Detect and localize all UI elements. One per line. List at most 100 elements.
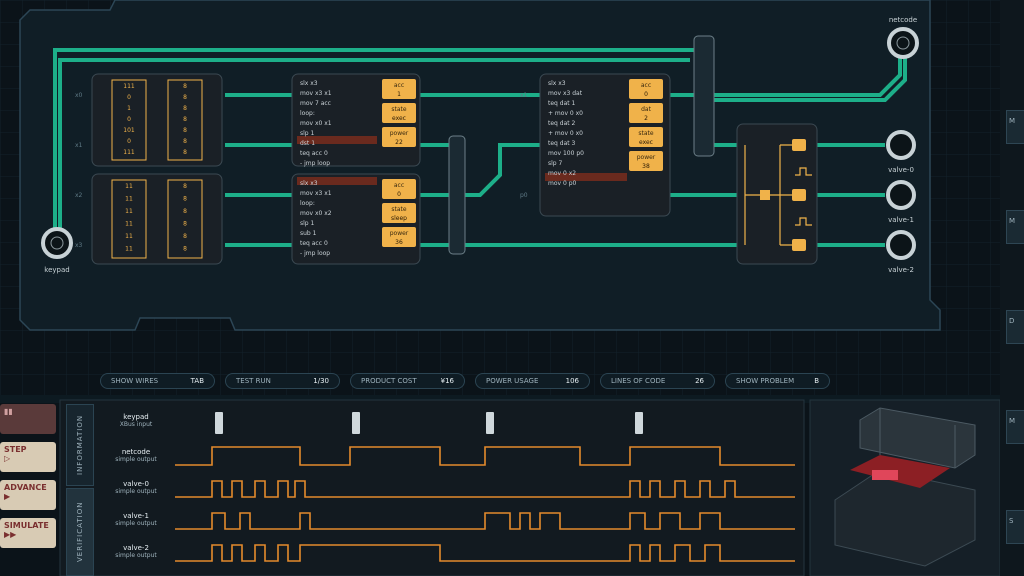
register-value: 36 xyxy=(395,239,403,246)
register-name: state xyxy=(391,206,407,213)
rom-cell: 0 xyxy=(127,94,131,101)
rom-cell: 8 xyxy=(183,196,187,203)
signal-type: XBus input xyxy=(119,421,153,428)
side-panel-tab[interactable]: D xyxy=(1006,310,1024,344)
code-line: loop: xyxy=(300,110,315,117)
rom-cell: 101 xyxy=(123,127,135,134)
show-problem-button[interactable]: SHOW PROBLEM B xyxy=(725,373,830,389)
code-line: mov x0 x2 xyxy=(300,210,332,217)
register-value: 0 xyxy=(644,91,648,98)
test-run-stat: TEST RUN 1/30 xyxy=(225,373,340,389)
play-icon: ▷ xyxy=(4,454,11,463)
step-button[interactable]: STEP ▷ xyxy=(0,442,56,472)
register-name: state xyxy=(638,130,654,137)
pause-icon: ▮▮ xyxy=(4,407,13,416)
code-line: slp 1 xyxy=(300,130,315,137)
tab-verification[interactable]: VERIFICATION xyxy=(66,488,94,576)
side-panel-tab[interactable]: M xyxy=(1006,410,1024,444)
rom-cell: 8 xyxy=(183,183,187,190)
code-line: mov 7 acc xyxy=(300,100,331,107)
rom-chip-a[interactable]: 11101010101118888888 xyxy=(91,73,223,167)
mcu-3[interactable]: slx x3 mov x3 dat teq dat 1 + mov 0 x0 teq d… xyxy=(539,73,671,217)
code-line: loop: xyxy=(300,200,315,207)
rom-cell: 8 xyxy=(183,149,187,156)
stat-label: TEST RUN xyxy=(236,377,271,385)
rom-cell: 0 xyxy=(127,116,131,123)
code-line: mov x3 dat xyxy=(548,90,583,97)
valve-0-port[interactable] xyxy=(886,130,916,160)
valve-1-port[interactable] xyxy=(886,180,916,210)
wire-label: x0 xyxy=(75,92,83,99)
signal-type: simple output xyxy=(115,456,157,463)
rom-cell: 111 xyxy=(123,83,135,90)
product-cost-stat: PRODUCT COST ¥16 xyxy=(350,373,465,389)
register-value: 38 xyxy=(642,163,650,170)
code-line: - jmp loop xyxy=(300,160,330,167)
advance-button[interactable]: ADVANCE ▶ xyxy=(0,480,56,510)
code-line: sub 1 xyxy=(300,230,317,237)
register-name: power xyxy=(637,154,656,161)
keypad-port[interactable] xyxy=(41,227,73,259)
side-panel-tab[interactable]: S xyxy=(1006,510,1024,544)
code-line: slx x3 xyxy=(300,180,318,187)
code-line: teq dat 3 xyxy=(548,140,576,147)
stat-label: SHOW PROBLEM xyxy=(736,377,795,385)
code-line: mov 0 x2 xyxy=(548,170,576,177)
side-panel-tab[interactable]: M xyxy=(1006,210,1024,244)
tab-information[interactable]: INFORMATION xyxy=(66,404,94,486)
code-line: mov 0 p0 xyxy=(548,180,577,187)
stop-button[interactable]: ▮▮ xyxy=(0,404,56,434)
signal-label-netcode: netcode simple output xyxy=(102,448,170,463)
rom-cell: 8 xyxy=(183,221,187,228)
rom-cell: 8 xyxy=(183,94,187,101)
rom-cell: 1 xyxy=(127,105,131,112)
advance-label: ADVANCE xyxy=(4,483,47,492)
rom-cell: 8 xyxy=(183,208,187,215)
simulate-button[interactable]: SIMULATE ▶▶ xyxy=(0,518,56,548)
code-line: - jmp loop xyxy=(300,250,330,257)
keypad-input-marker xyxy=(635,412,643,434)
rom-cell: 8 xyxy=(183,105,187,112)
rom-cell: 8 xyxy=(183,116,187,123)
stat-value: 1/30 xyxy=(313,377,329,385)
valve-0-label: valve-0 xyxy=(888,166,914,174)
signal-label-keypad: keypad XBus input xyxy=(102,413,170,428)
mcu-2[interactable]: slx x3 mov x3 x1 loop: mov x0 x2 slp 1 sub 1 t… xyxy=(291,173,421,265)
code-line: slp 1 xyxy=(300,220,315,227)
signal-name: valve-2 xyxy=(123,544,149,552)
rom-cell: 0 xyxy=(127,138,131,145)
signal-label-valve-2: valve-2 simple output xyxy=(102,544,170,559)
rom-cell: 8 xyxy=(183,233,187,240)
rom-cell: 111 xyxy=(123,149,135,156)
signal-type: simple output xyxy=(115,488,157,495)
signal-type: simple output xyxy=(115,520,157,527)
wire-label: x2 xyxy=(75,192,83,199)
stat-value: B xyxy=(814,377,819,385)
step-label: STEP xyxy=(4,445,27,454)
wire-label: x1 xyxy=(520,92,528,99)
rom-cell: 8 xyxy=(183,138,187,145)
stats-bar: SHOW WIRES TAB TEST RUN 1/30 PRODUCT COST ¥… xyxy=(100,373,830,389)
valve-2-port[interactable] xyxy=(886,230,916,260)
stat-value: 106 xyxy=(565,377,579,385)
register-name: acc xyxy=(641,82,651,89)
code-line: teq dat 1 xyxy=(548,100,576,107)
valve-2-label: valve-2 xyxy=(888,266,914,274)
lines-of-code-stat: LINES OF CODE 26 xyxy=(600,373,715,389)
rom-cell: 11 xyxy=(125,221,133,228)
code-line: mov x0 x1 xyxy=(300,120,332,127)
signal-label-valve-0: valve-0 simple output xyxy=(102,480,170,495)
register-value: exec xyxy=(392,115,406,122)
side-panel-tab[interactable]: M xyxy=(1006,110,1024,144)
netcode-port[interactable] xyxy=(887,27,919,59)
mcu-1[interactable]: slx x3 mov x3 x1 mov 7 acc loop: mov x0 x1 sl… xyxy=(291,73,421,167)
signal-name: valve-0 xyxy=(123,480,149,488)
register-name: state xyxy=(391,106,407,113)
rom-chip-b[interactable]: 11 11 11 11 11 11 8 8 8 8 8 8 xyxy=(91,173,223,265)
signal-name: netcode xyxy=(121,448,151,456)
logic-gate-block[interactable] xyxy=(736,123,818,265)
stat-label: SHOW WIRES xyxy=(111,377,159,385)
show-wires-button[interactable]: SHOW WIRES TAB xyxy=(100,373,215,389)
power-usage-stat: POWER USAGE 106 xyxy=(475,373,590,389)
wire-label: x3 xyxy=(75,242,83,249)
